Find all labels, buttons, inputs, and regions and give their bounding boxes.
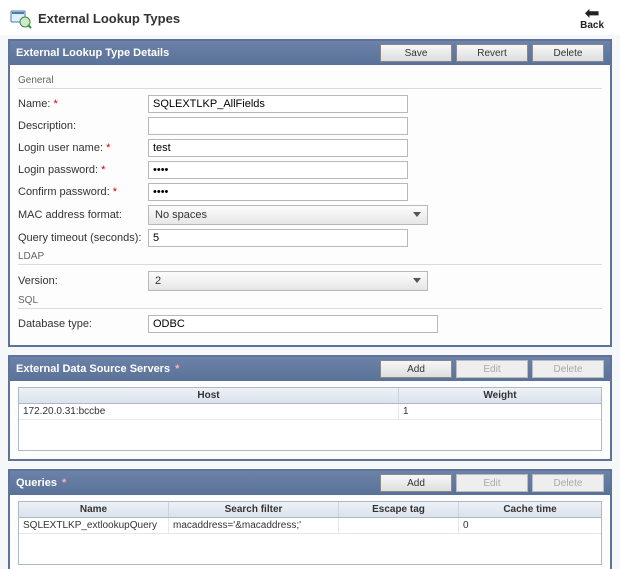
table-row[interactable]: 172.20.0.31:bccbe 1: [19, 404, 601, 420]
mac-format-select[interactable]: No spaces: [148, 205, 428, 225]
col-escape[interactable]: Escape tag: [339, 502, 459, 517]
queries-panel: Queries * Add Edit Delete Name Search fi…: [8, 469, 612, 569]
name-input[interactable]: [148, 95, 408, 113]
col-filter[interactable]: Search filter: [169, 502, 339, 517]
back-arrow-icon: ⬅: [580, 6, 604, 20]
lookup-types-icon: [10, 8, 32, 30]
servers-grid: Host Weight 172.20.0.31:bccbe 1: [18, 387, 602, 451]
servers-header-title: External Data Source Servers: [16, 363, 170, 375]
label-confirm-pass: Confirm password:: [18, 186, 110, 198]
queries-grid: Name Search filter Escape tag Cache time…: [18, 501, 602, 565]
db-type-input[interactable]: [148, 315, 438, 333]
chevron-down-icon: [413, 212, 421, 217]
revert-button[interactable]: Revert: [456, 44, 528, 62]
servers-edit-button[interactable]: Edit: [456, 360, 528, 378]
chevron-down-icon: [413, 278, 421, 283]
label-db-type: Database type:: [18, 318, 92, 330]
label-name: Name:: [18, 98, 50, 110]
details-header-title: External Lookup Type Details: [16, 47, 376, 59]
delete-button[interactable]: Delete: [532, 44, 604, 62]
details-panel: External Lookup Type Details Save Revert…: [8, 39, 612, 347]
label-mac-format: MAC address format:: [18, 209, 122, 221]
label-description: Description:: [18, 120, 76, 132]
section-general: General: [18, 75, 602, 89]
login-password-input[interactable]: [148, 161, 408, 179]
description-input[interactable]: [148, 117, 408, 135]
back-button[interactable]: ⬅ Back: [580, 6, 610, 31]
label-query-timeout: Query timeout (seconds):: [18, 232, 142, 244]
col-weight[interactable]: Weight: [399, 388, 601, 403]
servers-delete-button[interactable]: Delete: [532, 360, 604, 378]
page-title: External Lookup Types: [38, 11, 180, 26]
section-ldap: LDAP: [18, 251, 602, 265]
table-row[interactable]: SQLEXTLKP_extlookupQuery macaddress='&ma…: [19, 518, 601, 534]
label-version: Version:: [18, 275, 58, 287]
login-user-input[interactable]: [148, 139, 408, 157]
save-button[interactable]: Save: [380, 44, 452, 62]
col-cache[interactable]: Cache time: [459, 502, 601, 517]
section-sql: SQL: [18, 295, 602, 309]
query-timeout-input[interactable]: [148, 229, 408, 247]
confirm-password-input[interactable]: [148, 183, 408, 201]
label-login-user: Login user name:: [18, 142, 103, 154]
queries-edit-button[interactable]: Edit: [456, 474, 528, 492]
queries-header-title: Queries: [16, 477, 57, 489]
servers-panel: External Data Source Servers * Add Edit …: [8, 355, 612, 461]
queries-add-button[interactable]: Add: [380, 474, 452, 492]
label-login-pass: Login password:: [18, 164, 98, 176]
version-select[interactable]: 2: [148, 271, 428, 291]
queries-delete-button[interactable]: Delete: [532, 474, 604, 492]
col-name[interactable]: Name: [19, 502, 169, 517]
servers-add-button[interactable]: Add: [380, 360, 452, 378]
col-host[interactable]: Host: [19, 388, 399, 403]
